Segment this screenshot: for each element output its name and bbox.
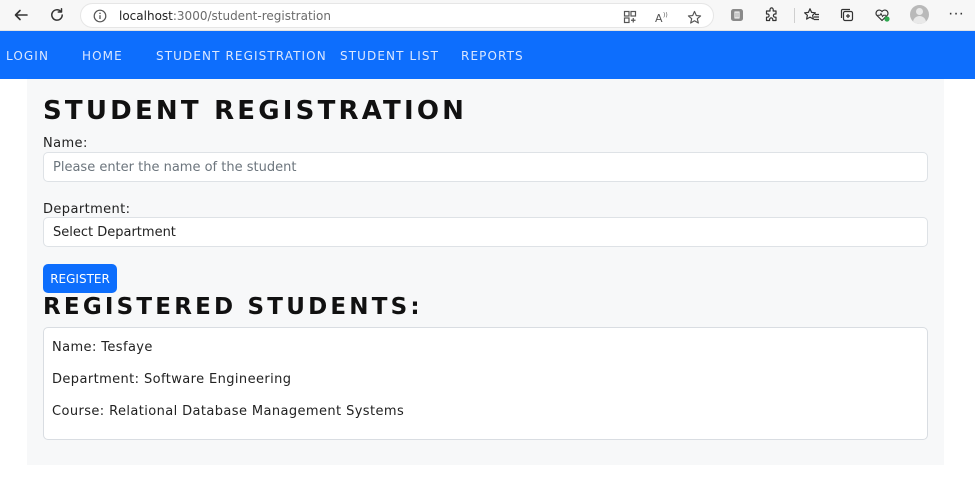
student-name: Name: Tesfaye	[52, 340, 153, 355]
read-aloud-icon[interactable]: A))	[654, 9, 670, 25]
nav-reports[interactable]: REPORTS	[461, 49, 524, 63]
collections-icon[interactable]	[838, 6, 856, 24]
info-icon[interactable]	[93, 9, 107, 28]
profile-avatar[interactable]	[910, 5, 929, 24]
nav-student-list[interactable]: STUDENT LIST	[340, 49, 439, 63]
browser-toolbar: localhost:3000/student-registration A)) …	[0, 0, 975, 31]
student-course: Course: Relational Database Management S…	[52, 404, 405, 419]
svg-text:A: A	[655, 12, 663, 24]
name-label: Name:	[43, 136, 88, 151]
extension-badge-icon[interactable]	[728, 6, 746, 24]
department-label: Department:	[43, 202, 131, 217]
more-icon[interactable]: ···	[948, 5, 964, 23]
toolbar-separator	[794, 8, 795, 23]
nav-home[interactable]: HOME	[82, 49, 123, 63]
register-button[interactable]: REGISTER	[43, 264, 117, 293]
favorites-icon[interactable]	[802, 6, 820, 24]
svg-text:)): ))	[663, 12, 668, 19]
app-grid-icon[interactable]	[622, 9, 638, 25]
address-bar[interactable]: localhost:3000/student-registration A))	[80, 3, 714, 28]
health-icon[interactable]	[873, 6, 891, 24]
extensions-icon[interactable]	[763, 6, 781, 24]
nav-student-registration[interactable]: STUDENT REGISTRATION	[156, 49, 327, 63]
url-text[interactable]: localhost:3000/student-registration	[119, 9, 331, 23]
name-input[interactable]	[43, 152, 928, 182]
page-title: STUDENT REGISTRATION	[43, 96, 468, 126]
registered-students-title: REGISTERED STUDENTS:	[43, 294, 423, 320]
nav-login[interactable]: LOGIN	[6, 49, 49, 63]
department-selected-value: Select Department	[53, 224, 176, 240]
favorite-star-icon[interactable]	[686, 9, 702, 25]
back-icon[interactable]	[9, 4, 33, 26]
app-navbar: LOGIN HOME STUDENT REGISTRATION STUDENT …	[0, 31, 975, 79]
student-department: Department: Software Engineering	[52, 372, 292, 387]
department-select[interactable]: Select Department	[43, 217, 928, 247]
student-card: Name: Tesfaye Department: Software Engin…	[43, 327, 928, 440]
refresh-icon[interactable]	[45, 4, 69, 26]
